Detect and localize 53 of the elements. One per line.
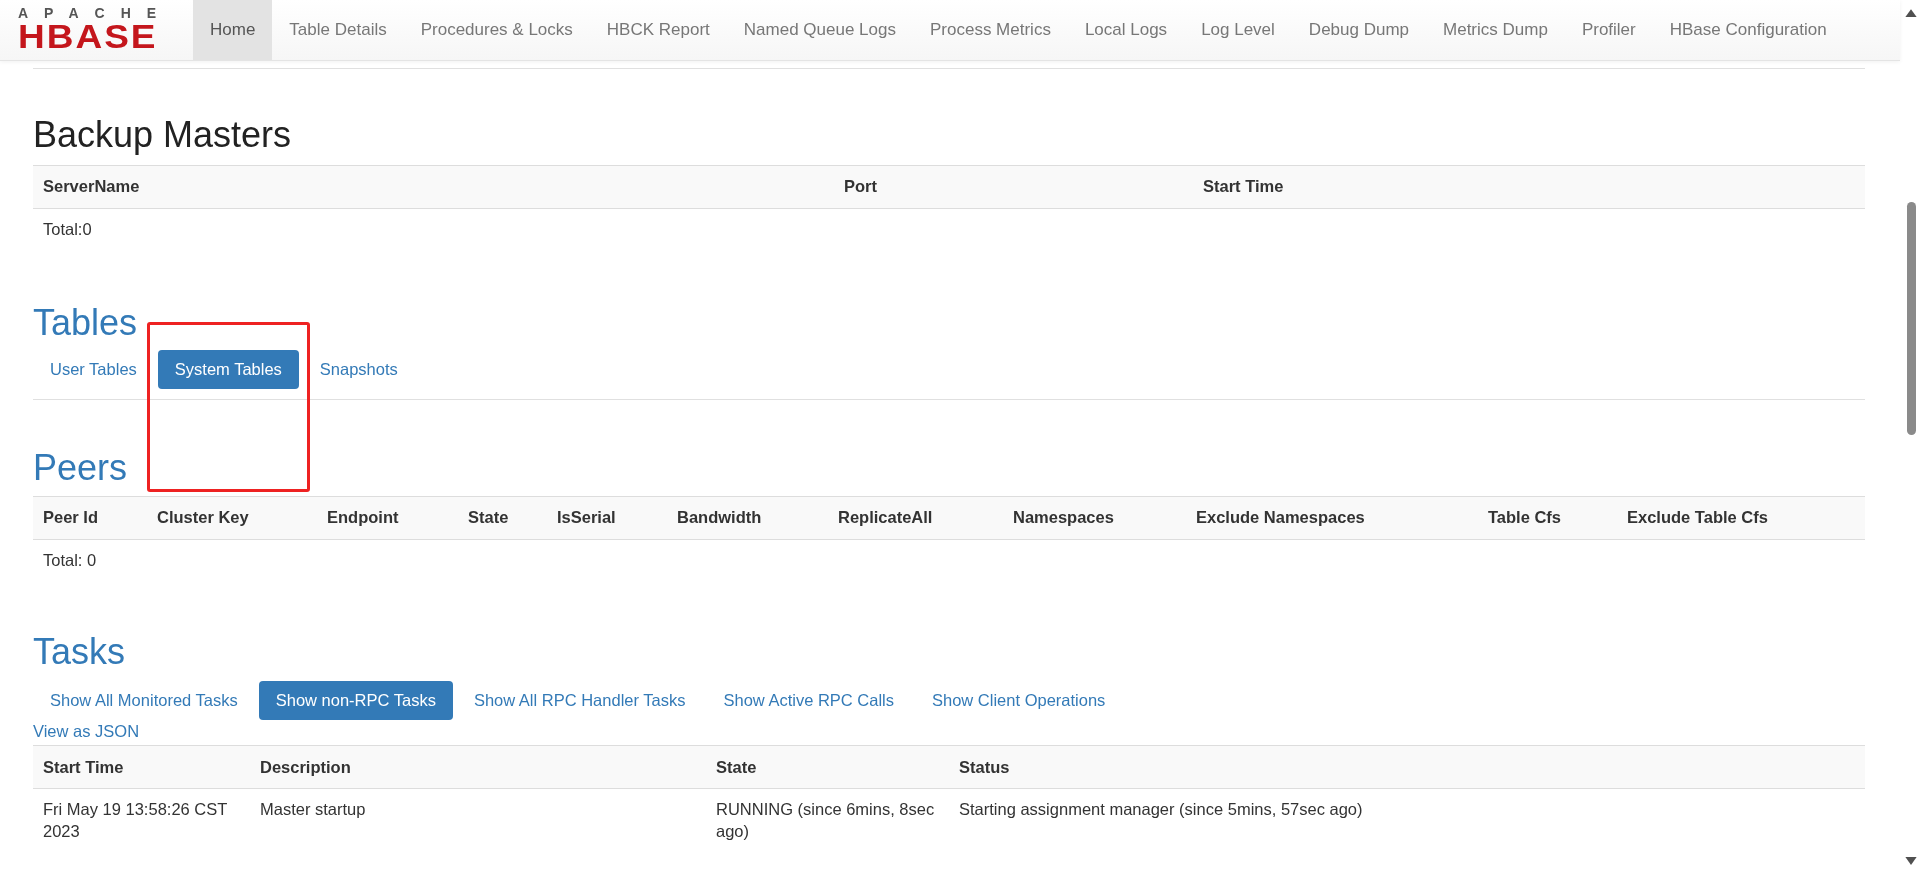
nav-link[interactable]: Named Queue Logs: [726, 0, 913, 60]
nav-link[interactable]: Debug Dump: [1291, 0, 1427, 60]
tab[interactable]: User Tables: [33, 350, 154, 390]
nav-link[interactable]: HBCK Report: [589, 0, 727, 60]
nav-link[interactable]: Process Metrics: [912, 0, 1068, 60]
tab[interactable]: System Tables: [157, 350, 299, 390]
column-header: Namespaces: [1003, 496, 1186, 540]
scroll-down-icon[interactable]: [1905, 857, 1917, 866]
nav-link[interactable]: Metrics Dump: [1426, 0, 1565, 60]
column-header: Description: [250, 745, 706, 789]
table-cell: Fri May 19 13:58:26 CST 2023: [33, 788, 250, 843]
column-header: Endpoint: [317, 496, 458, 540]
section-heading: Backup Masters: [33, 115, 293, 155]
nav-link[interactable]: Local Logs: [1067, 0, 1185, 60]
tab[interactable]: Show All RPC Handler Tasks: [456, 681, 703, 721]
column-header: Bandwidth: [667, 496, 828, 540]
total-count: Total: 0: [33, 539, 147, 582]
tab[interactable]: Show Active RPC Calls: [706, 681, 911, 721]
nav-link[interactable]: HBase Configuration: [1652, 0, 1844, 60]
table-cell: RUNNING (since 6mins, 8sec ago): [706, 788, 949, 843]
tab[interactable]: Show non-RPC Tasks: [258, 681, 453, 721]
column-header: Cluster Key: [147, 496, 317, 540]
nav-link[interactable]: Procedures & Locks: [403, 0, 590, 60]
column-header: ReplicateAll: [828, 496, 1003, 540]
section-heading: Tasks: [33, 631, 127, 672]
column-header: Exclude Namespaces: [1186, 496, 1478, 540]
column-header: Start Time: [1193, 165, 1865, 209]
scrollbar-thumb[interactable]: [1907, 202, 1916, 435]
view-json-link[interactable]: View as JSON: [33, 722, 1865, 742]
nav-link[interactable]: Log Level: [1184, 0, 1292, 60]
table-cell: Starting assignment manager (since 5mins, 57sec ago): [949, 788, 1865, 843]
tab[interactable]: Show Client Operations: [915, 681, 1123, 721]
nav-link[interactable]: Home: [193, 0, 273, 60]
tab[interactable]: Show All Monitored Tasks: [33, 681, 255, 721]
column-header: Start Time: [33, 745, 250, 789]
column-header: IsSerial: [547, 496, 667, 540]
total-count: Total:0: [33, 208, 834, 251]
column-header: Port: [834, 165, 1193, 209]
tab[interactable]: Snapshots: [302, 350, 415, 390]
column-header: Status: [949, 745, 1865, 789]
column-header: State: [706, 745, 949, 789]
hbase-logo[interactable]: APACHE HBASE: [0, 0, 193, 60]
column-header: State: [458, 496, 547, 540]
column-header: Exclude Table Cfs: [1617, 496, 1865, 540]
nav-link[interactable]: Profiler: [1564, 0, 1653, 60]
section-heading: Tables: [33, 302, 139, 343]
section-heading: Peers: [33, 448, 129, 488]
scroll-up-icon[interactable]: [1905, 8, 1917, 17]
column-header: ServerName: [33, 165, 834, 209]
column-header: Peer Id: [33, 496, 147, 540]
nav-link[interactable]: Table Details: [272, 0, 404, 60]
column-header: Table Cfs: [1478, 496, 1617, 540]
table-cell: Master startup: [250, 788, 706, 843]
